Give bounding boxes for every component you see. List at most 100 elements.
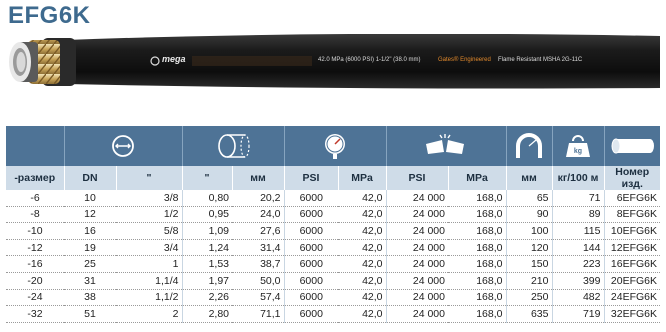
table-row: -8 12 1/2 0,95 24,0 6000 42,0 24 000 168,0 90 89 8E…	[6, 206, 660, 224]
table-cell: 8EFG6K	[604, 206, 660, 224]
col-header-wp-psi: PSI	[284, 166, 339, 190]
col-header-dn: DN	[64, 166, 117, 190]
table-cell: 24 000	[386, 255, 448, 273]
table-row: -10 16 5/8 1,09 27,6 6000 42,0 24 000 168,0 100 11…	[6, 222, 660, 240]
table-row: -24 38 1,1/2 2,26 57,4 6000 42,0 24 000 168,0 250…	[6, 289, 660, 307]
col-header-bend-mm: мм	[506, 166, 553, 190]
table-row: -16 25 1 1,53 38,7 6000 42,0 24 000 168,0 150 223 1…	[6, 255, 660, 273]
col-header-od-inch: "	[182, 166, 233, 190]
table-cell: -16	[6, 255, 64, 273]
pressure-gauge-icon	[325, 134, 345, 159]
table-cell: 1,1/2	[116, 289, 183, 307]
table-cell: 168,0	[448, 289, 507, 307]
table-cell: 38,7	[232, 255, 285, 273]
table-cell: -8	[6, 206, 64, 224]
col-header-part-number: Номер изд.	[604, 166, 660, 190]
table-cell: 2,26	[182, 289, 232, 307]
table-cell: 150	[506, 255, 553, 273]
burst-hose-icon	[426, 134, 464, 154]
hose-rating-text: Flame Resistant MSHA 2G-11C	[498, 57, 583, 63]
table-cell: 1/2	[116, 206, 183, 224]
table-cell: 65	[506, 190, 553, 207]
col-header-od-mm: мм	[232, 166, 285, 190]
table-cell: -20	[6, 272, 64, 290]
table-cell: 24EFG6K	[604, 289, 660, 307]
bend-radius-icon	[516, 133, 542, 158]
table-cell: 24 000	[386, 272, 448, 290]
table-cell: 120	[506, 239, 553, 257]
size-icon-cell	[6, 126, 65, 166]
product-title: EFG6K	[8, 2, 91, 29]
table-cell: 6000	[284, 289, 338, 307]
table-row: -6 10 3/8 0,80 20,2 6000 42,0 24 000 168,0 65 71 6E…	[6, 190, 660, 207]
table-cell: 5/8	[116, 222, 183, 240]
table-cell: 89	[552, 206, 605, 224]
table-cell: 16	[64, 222, 116, 240]
table-cell: 42,0	[338, 206, 387, 224]
hose-brand: mega	[162, 54, 186, 64]
table-cell: 1,09	[182, 222, 232, 240]
table-cell: 42,0	[338, 222, 387, 240]
table-cell: 1,53	[182, 255, 232, 273]
table-cell: 71	[552, 190, 605, 207]
table-cell: 6000	[284, 305, 338, 323]
table-cell: 19	[64, 239, 116, 257]
table-cell: 1	[116, 255, 183, 273]
table-cell: -6	[6, 190, 64, 207]
table-cell: 24 000	[386, 206, 448, 224]
table-cell: 482	[552, 289, 605, 307]
table-cell: 27,6	[232, 222, 285, 240]
table-cell: 144	[552, 239, 605, 257]
table-cell: 24,0	[232, 206, 285, 224]
table-cell: 24 000	[386, 305, 448, 323]
table-cell: 42,0	[338, 272, 387, 290]
table-cell: 24 000	[386, 190, 448, 207]
column-header-row: -размер DN " " мм PSI MPa PSI MPa мм кг/…	[6, 166, 660, 190]
burst-pressure-icon-cell	[386, 126, 507, 166]
col-header-wp-mpa: MPa	[338, 166, 387, 190]
table-cell: 168,0	[448, 272, 507, 290]
table-cell: 2,80	[182, 305, 232, 323]
table-cell: 210	[506, 272, 553, 290]
table-cell: 42,0	[338, 289, 387, 307]
table-cell: 12	[64, 206, 116, 224]
table-cell: 38	[64, 289, 116, 307]
outer-diameter-icon	[218, 134, 250, 158]
spec-table: kg -размер DN " " мм PSI MPa PSI MPa мм …	[6, 126, 660, 323]
weight-icon: kg	[566, 135, 590, 157]
table-row: -12 19 3/4 1,24 31,4 6000 42,0 24 000 168,0 120 14…	[6, 239, 660, 257]
table-cell: 24 000	[386, 289, 448, 307]
table-cell: 24 000	[386, 239, 448, 257]
table-cell: 168,0	[448, 239, 507, 257]
table-cell: 1,97	[182, 272, 232, 290]
table-cell: 6000	[284, 239, 338, 257]
table-cell: 42,0	[338, 190, 387, 207]
inner-diameter-icon	[112, 135, 134, 157]
col-header-inch: "	[116, 166, 183, 190]
table-cell: 2	[116, 305, 183, 323]
hose-engineered-text: Gates® Engineered	[438, 57, 491, 63]
table-cell: 223	[552, 255, 605, 273]
table-row: -32 51 2 2,80 71,1 6000 42,0 24 000 168,0 635 719 3…	[6, 305, 660, 323]
table-cell: 3/8	[116, 190, 183, 207]
bend-radius-icon-cell	[506, 126, 553, 166]
table-cell: -12	[6, 239, 64, 257]
table-cell: -24	[6, 289, 64, 307]
table-cell: 168,0	[448, 206, 507, 224]
table-cell: 168,0	[448, 222, 507, 240]
hose-spec-text: 42.0 MPa (6000 PSI) 1-1/2" (38.0 mm)	[318, 57, 421, 63]
table-cell: 168,0	[448, 190, 507, 207]
table-cell: 3/4	[116, 239, 183, 257]
table-cell: 20,2	[232, 190, 285, 207]
table-cell: 6000	[284, 255, 338, 273]
table-cell: 24 000	[386, 222, 448, 240]
table-cell: 25	[64, 255, 116, 273]
table-cell: 100	[506, 222, 553, 240]
table-cell: 90	[506, 206, 553, 224]
table-cell: 635	[506, 305, 553, 323]
table-cell: 115	[552, 222, 605, 240]
outer-diameter-icon-cell	[182, 126, 285, 166]
table-cell: 168,0	[448, 305, 507, 323]
table-cell: 42,0	[338, 239, 387, 257]
col-header-bp-mpa: MPa	[448, 166, 507, 190]
